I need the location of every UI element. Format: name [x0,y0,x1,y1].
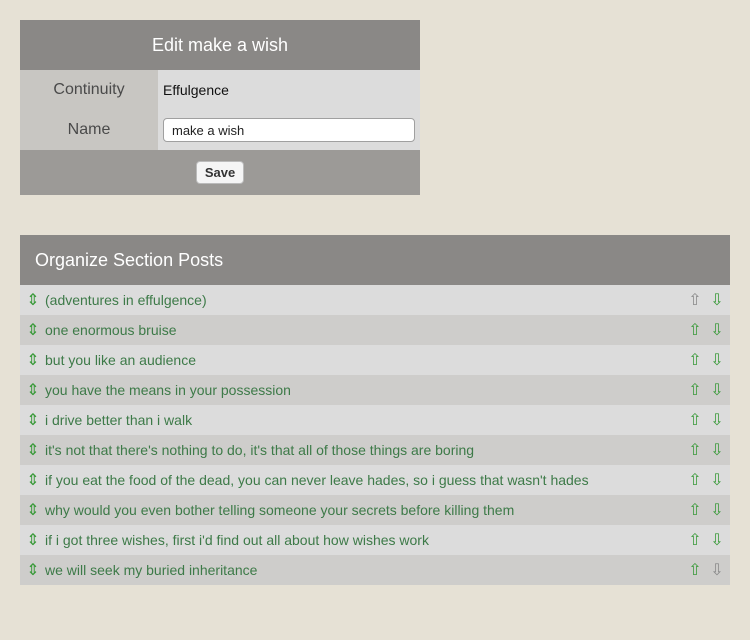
post-row: ⇕ one enormous bruise ⇧ ⇩ [20,315,730,345]
drag-handle-icon[interactable]: ⇕ [21,320,45,340]
drag-handle-icon[interactable]: ⇕ [21,350,45,370]
post-title-link[interactable]: if i got three wishes, first i'd find ou… [45,532,686,548]
continuity-row: Continuity Effulgence [20,70,420,110]
post-row: ⇕ i drive better than i walk ⇧ ⇩ [20,405,730,435]
post-title-link[interactable]: one enormous bruise [45,322,686,338]
name-label: Name [20,110,158,150]
post-row: ⇕ you have the means in your possession ⇧ ⇩ [20,375,730,405]
name-cell [158,110,420,150]
reorder-controls: ⇧ ⇩ [686,410,726,430]
post-title-link[interactable]: you have the means in your possession [45,382,686,398]
drag-handle-icon[interactable]: ⇕ [21,380,45,400]
post-title-link[interactable]: (adventures in effulgence) [45,292,686,308]
edit-panel: Edit make a wish Continuity Effulgence N… [20,20,420,195]
arrow-down-icon: ⇩ [710,562,724,579]
arrow-down-icon[interactable]: ⇩ [708,470,726,490]
arrow-up-icon[interactable]: ⇧ [686,440,704,460]
arrow-down-icon[interactable]: ⇩ [708,320,726,340]
arrow-up-icon[interactable]: ⇧ [686,530,704,550]
drag-handle-icon[interactable]: ⇕ [21,410,45,430]
arrow-up-icon[interactable]: ⇧ [686,470,704,490]
reorder-controls: ⇧ ⇩ [686,380,726,400]
arrow-up-icon[interactable]: ⇧ [686,500,704,520]
organize-title: Organize Section Posts [20,235,730,285]
drag-handle-icon[interactable]: ⇕ [21,530,45,550]
post-title-link[interactable]: if you eat the food of the dead, you can… [45,472,686,488]
reorder-controls: ⇧ ⇩ [686,320,726,340]
arrow-up-icon[interactable]: ⇧ [686,350,704,370]
post-title-link[interactable]: but you like an audience [45,352,686,368]
reorder-controls: ⇧ ⇩ [686,470,726,490]
drag-handle-icon[interactable]: ⇕ [21,440,45,460]
post-row: ⇕ if you eat the food of the dead, you ca… [20,465,730,495]
edit-footer: Save [20,150,420,195]
arrow-down-icon[interactable]: ⇩ [708,530,726,550]
drag-handle-icon[interactable]: ⇕ [21,470,45,490]
post-row: ⇕ we will seek my buried inheritance ⇧ ⇩ [20,555,730,585]
arrow-down-icon[interactable]: ⇩ [708,380,726,400]
arrow-down-icon[interactable]: ⇩ [708,290,726,310]
drag-handle-icon[interactable]: ⇕ [21,500,45,520]
post-title-link[interactable]: why would you even bother telling someon… [45,502,686,518]
post-row: ⇕ if i got three wishes, first i'd find o… [20,525,730,555]
arrow-down-icon[interactable]: ⇩ [708,410,726,430]
reorder-controls: ⇧ ⇩ [686,530,726,550]
drag-handle-icon[interactable]: ⇕ [21,560,45,580]
continuity-label: Continuity [20,70,158,110]
reorder-controls: ⇧ ⇩ [686,440,726,460]
reorder-controls: ⇧ ⇩ [686,350,726,370]
drag-handle-icon[interactable]: ⇕ [21,290,45,310]
post-title-link[interactable]: we will seek my buried inheritance [45,562,686,578]
arrow-up-icon: ⇧ [688,292,702,309]
name-input[interactable] [163,118,415,142]
post-row: ⇕ it's not that there's nothing to do, it… [20,435,730,465]
arrow-up-icon[interactable]: ⇧ [686,560,704,580]
arrow-down-icon[interactable]: ⇩ [708,350,726,370]
arrow-up-icon[interactable]: ⇧ [686,410,704,430]
arrow-up-icon[interactable]: ⇧ [686,380,704,400]
post-title-link[interactable]: it's not that there's nothing to do, it'… [45,442,686,458]
reorder-controls: ⇧ ⇩ [686,500,726,520]
arrow-up-icon[interactable]: ⇧ [686,320,704,340]
post-list: ⇕ (adventures in effulgence) ⇧ ⇩ ⇕ one enormo… [20,285,730,585]
edit-title: Edit make a wish [20,20,420,70]
name-row: Name [20,110,420,150]
arrow-down-icon[interactable]: ⇩ [708,500,726,520]
continuity-value: Effulgence [158,70,420,110]
save-button[interactable]: Save [195,161,245,184]
post-title-link[interactable]: i drive better than i walk [45,412,686,428]
post-row: ⇕ why would you even bother telling someo… [20,495,730,525]
reorder-controls: ⇧ ⇩ [686,290,726,310]
reorder-controls: ⇧ ⇩ [686,560,726,580]
post-row: ⇕ (adventures in effulgence) ⇧ ⇩ [20,285,730,315]
arrow-down-icon[interactable]: ⇩ [708,440,726,460]
post-row: ⇕ but you like an audience ⇧ ⇩ [20,345,730,375]
organize-panel: Organize Section Posts ⇕ (adventures in e… [20,235,730,585]
